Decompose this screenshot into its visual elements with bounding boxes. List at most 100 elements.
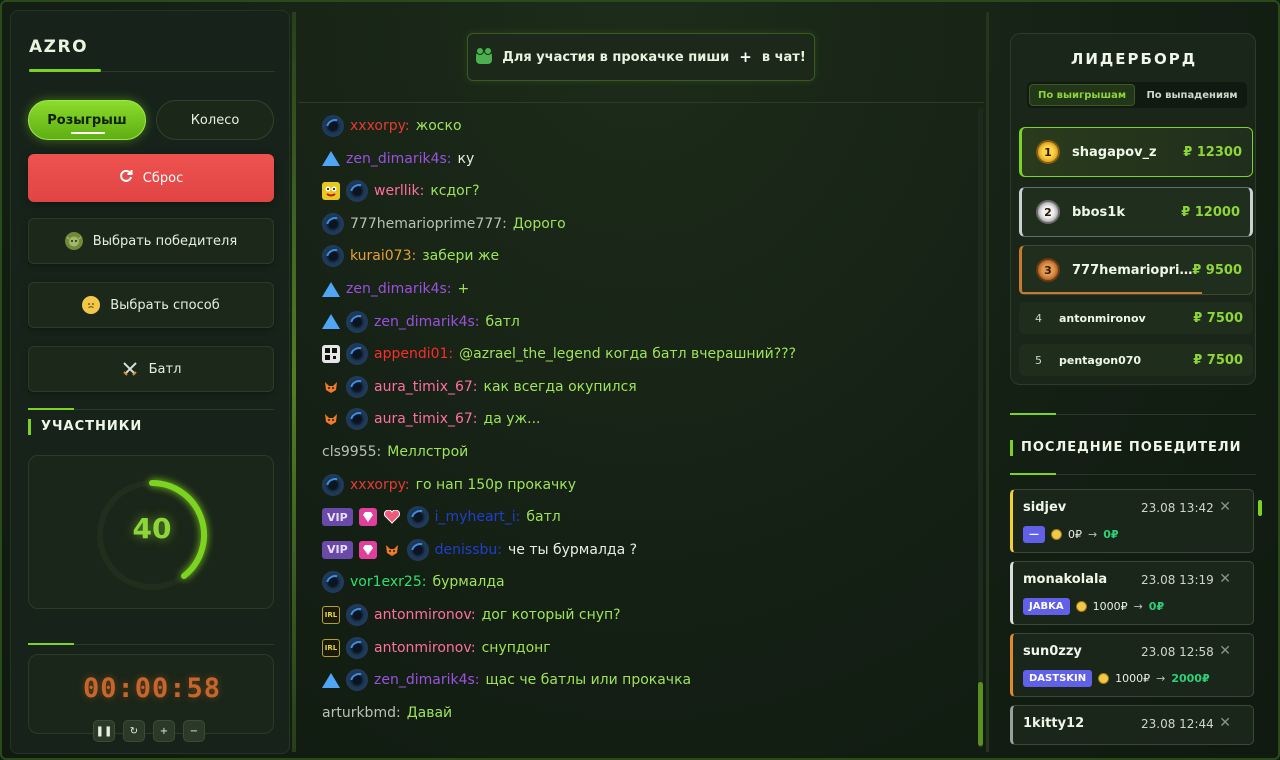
coin-icon <box>1098 673 1110 684</box>
chat-message: zen_dimarik4s: щас че батлы или прокачка <box>322 666 691 694</box>
timer-controls: ❚❚ ↻ + − <box>93 720 205 742</box>
heart-badge-icon <box>383 508 401 526</box>
winner-prize-line: DASTSKIN 1000₽ → 2000₽ <box>1023 670 1210 687</box>
winner-to-amount: 0₽ <box>1103 528 1119 541</box>
chat-username[interactable]: aura_timix_67: <box>374 379 478 395</box>
chat-message-text: батл <box>485 313 520 330</box>
close-icon[interactable]: ✕ <box>1219 571 1231 587</box>
chat-username[interactable]: aura_timix_67: <box>374 411 478 427</box>
vip-badge: VIP <box>322 508 353 527</box>
mode-button-giveaway[interactable]: Розыгрыш <box>28 100 146 140</box>
winner-tag: DASTSKIN <box>1023 670 1093 687</box>
medal-icon: 2 <box>1036 200 1060 224</box>
pick-method-label: Выбрать способ <box>110 297 220 313</box>
chat-feed[interactable]: xxxorpy: жоско zen_dimarik4s: ку werllik: ксд… <box>322 110 972 730</box>
ring-badge-icon <box>322 212 344 235</box>
leaderboard-row[interactable]: 5 pentagon070 ₽ 7500 <box>1019 344 1253 376</box>
ring-badge-icon <box>322 115 344 137</box>
chat-username[interactable]: kurai073: <box>350 248 416 264</box>
winners-scrollbar-thumb[interactable] <box>1258 500 1262 516</box>
participants-title: УЧАСТНИКИ <box>28 419 142 435</box>
winner-time: 23.08 13:42 <box>1141 501 1214 515</box>
winner-name: sidjev <box>1023 500 1067 515</box>
ring-badge-icon <box>322 245 344 268</box>
chat-username[interactable]: arturkbmd: <box>322 705 401 721</box>
winner-tag: JABKA <box>1023 598 1070 615</box>
ring-badge-icon <box>346 408 368 431</box>
winner-from-amount: 0₽ <box>1068 528 1082 541</box>
pause-button[interactable]: ❚❚ <box>93 720 115 742</box>
chat-username[interactable]: werllik: <box>374 183 424 199</box>
ring-badge-icon <box>346 375 368 398</box>
fox-badge-icon <box>322 410 340 428</box>
chat-username[interactable]: antonmironov: <box>374 640 476 656</box>
chat-message: aura_timix_67: да уж... <box>322 405 540 433</box>
leaderboard-row[interactable]: 3 777hemarioprime777₽ 9500 <box>1019 245 1253 295</box>
leaderboard-amount: ₽ 9500 <box>1192 262 1242 278</box>
chat-username[interactable]: 777hemarioprime777: <box>350 216 507 232</box>
frog-face-badge-icon <box>322 182 340 201</box>
chat-scrollbar[interactable] <box>978 108 983 748</box>
chat-username[interactable]: antonmironov: <box>374 607 476 623</box>
winner-name: sun0zzy <box>1023 644 1082 659</box>
chat-username[interactable]: vor1exr25: <box>350 574 426 590</box>
pick-method-button[interactable]: Выбрать способ <box>28 282 274 328</box>
ring-badge-icon <box>346 310 368 333</box>
chat-username[interactable]: xxxorpy: <box>350 118 410 134</box>
vip-badge: VIP <box>322 540 353 559</box>
mode-button-wheel[interactable]: Колесо <box>156 100 274 140</box>
mode-switch: Розыгрыш Колесо <box>28 100 274 140</box>
leaderboard-name: bbos1k <box>1072 204 1125 220</box>
chat-scrollbar-thumb[interactable] <box>978 682 983 746</box>
pick-winner-button[interactable]: Выбрать победителя <box>28 218 274 264</box>
winner-card[interactable]: 1kitty12 23.08 12:44 ✕ <box>1010 705 1254 745</box>
chat-username[interactable]: zen_dimarik4s: <box>374 314 480 330</box>
chat-message-text: го нап 150р прокачку <box>415 476 577 493</box>
subtract-time-button[interactable]: − <box>183 720 205 742</box>
add-time-button[interactable]: + <box>153 720 175 742</box>
restart-button[interactable]: ↻ <box>123 720 145 742</box>
gem-badge-icon <box>358 540 377 559</box>
winner-card[interactable]: monakolala 23.08 13:19 ✕ JABKA 1000₽ → 0₽ <box>1010 561 1254 625</box>
chat-username[interactable]: cls9955: <box>322 444 381 460</box>
reset-button[interactable]: Сброс <box>28 154 274 202</box>
chat-message-text: батл <box>526 509 561 526</box>
coin-icon <box>1075 601 1087 612</box>
chat-banner: Для участия в прокачке пиши + в чат! <box>467 33 815 81</box>
chat-username[interactable]: zen_dimarik4s: <box>346 281 452 297</box>
battle-button[interactable]: Батл <box>28 346 274 392</box>
winner-to-amount: 0₽ <box>1148 600 1165 613</box>
ring-badge-icon <box>406 538 429 561</box>
section-divider-accent <box>28 643 74 645</box>
winner-card[interactable]: sun0zzy 23.08 12:58 ✕ DASTSKIN 1000₽ → 2000₽ <box>1010 633 1254 697</box>
chat-username[interactable]: zen_dimarik4s: <box>346 151 452 167</box>
chat-message: xxxorpy: жоско <box>322 112 462 140</box>
close-icon[interactable]: ✕ <box>1219 643 1231 659</box>
leaderboard-row[interactable]: 1 shagapov_z ₽ 12300 <box>1019 127 1253 177</box>
leaderboard-rank: 4 <box>1035 311 1042 325</box>
goblin-icon <box>64 232 83 250</box>
triangle-badge-icon <box>322 281 340 297</box>
close-icon[interactable]: ✕ <box>1219 499 1231 515</box>
crossed-swords-icon <box>121 360 139 378</box>
chat-username[interactable]: i_myheart_i: <box>435 509 521 525</box>
section-divider-accent <box>1010 413 1056 415</box>
leaderboard-row[interactable]: 2 bbos1k ₽ 12000 <box>1019 187 1253 237</box>
chat-divider <box>298 102 984 103</box>
tab-by-winnings[interactable]: По выигрышам <box>1029 84 1135 106</box>
chat-message-text: ку <box>457 150 475 167</box>
chat-username[interactable]: appendi01: <box>374 346 453 362</box>
winner-to-amount: 2000₽ <box>1171 672 1210 685</box>
chat-message-text: бурмалда <box>432 574 505 591</box>
chat-username[interactable]: xxxorpy: <box>350 477 410 493</box>
chat-message-text: как всегда окупился <box>483 378 637 395</box>
winner-card[interactable]: sidjev 23.08 13:42 ✕ — 0₽ → 0₽ <box>1010 489 1254 553</box>
chat-message: zen_dimarik4s: ку <box>322 145 474 173</box>
leaderboard-row[interactable]: 4 antonmironov ₽ 7500 <box>1019 302 1253 334</box>
close-icon[interactable]: ✕ <box>1219 715 1231 731</box>
chat-username[interactable]: denissbu: <box>435 542 502 558</box>
tab-by-drops[interactable]: По выпадениям <box>1139 84 1245 106</box>
chat-username[interactable]: zen_dimarik4s: <box>374 672 480 688</box>
leaderboard-amount: ₽ 7500 <box>1193 352 1243 368</box>
banner-text-before: Для участия в прокачке пиши <box>502 49 730 65</box>
